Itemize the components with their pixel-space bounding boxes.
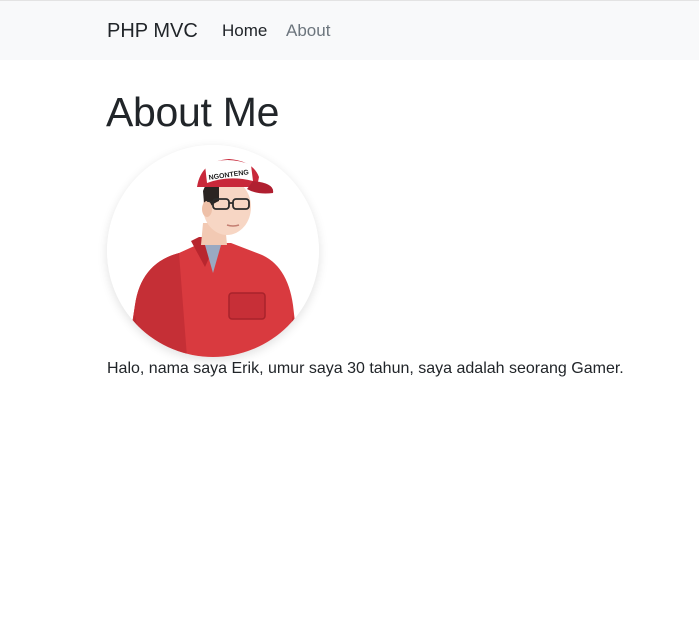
- bio-text: Halo, nama saya Erik, umur saya 30 tahun…: [107, 360, 624, 377]
- nav-link-home[interactable]: Home: [222, 21, 267, 41]
- nav-link-about[interactable]: About: [286, 21, 330, 41]
- profile-photo-avatar-icon: NGONTENG: [107, 145, 319, 357]
- navbar: PHP MVC Home About: [0, 0, 699, 60]
- navbar-brand[interactable]: PHP MVC: [107, 19, 198, 43]
- profile-avatar: NGONTENG: [107, 145, 319, 357]
- page-title: About Me: [106, 89, 280, 135]
